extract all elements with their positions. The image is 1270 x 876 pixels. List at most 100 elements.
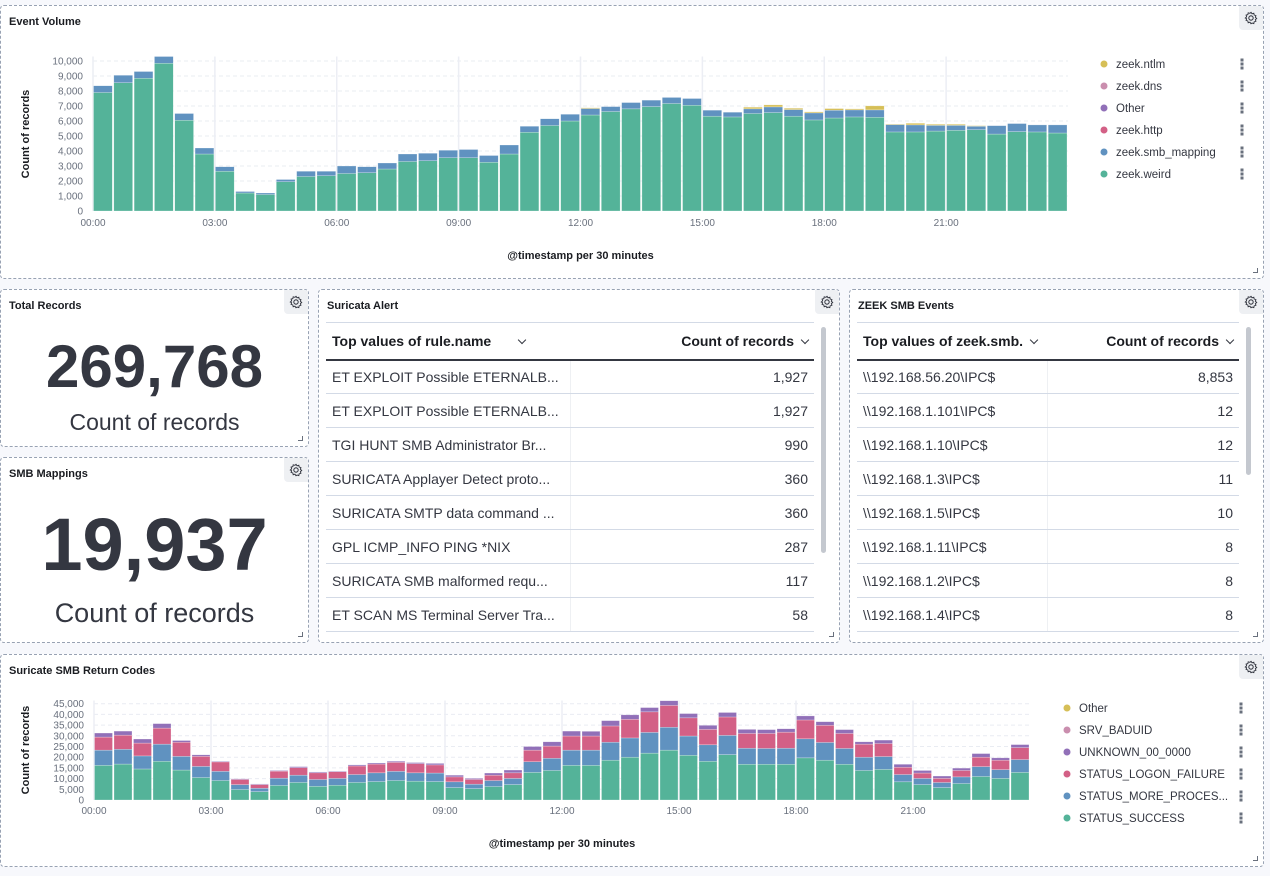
cell-label[interactable]: \\192.168.1.2\IPC$ <box>857 563 1048 598</box>
kebab-menu-icon[interactable] <box>1240 62 1244 66</box>
resize-handle[interactable] <box>298 436 303 441</box>
kebab-menu-icon[interactable] <box>1240 58 1244 62</box>
kebab-menu-icon[interactable] <box>1239 794 1243 798</box>
legend-item[interactable]: STATUS_SUCCESS <box>1079 813 1185 825</box>
chevron-down-icon[interactable] <box>517 335 527 344</box>
resize-handle[interactable] <box>829 632 834 637</box>
chevron-down-icon[interactable] <box>1225 335 1235 344</box>
kebab-menu-icon[interactable] <box>1240 132 1244 136</box>
kebab-menu-icon[interactable] <box>1239 798 1243 802</box>
cell-label[interactable]: TGI HUNT SMB Administrator Br... <box>326 427 571 462</box>
cell-label[interactable]: SURICATA SMTP data command ... <box>326 495 571 530</box>
chevron-down-icon[interactable] <box>1029 335 1039 344</box>
gear-icon[interactable] <box>284 290 308 314</box>
chevron-down-icon[interactable] <box>800 335 810 344</box>
cell-label[interactable]: SURICATA Applayer Detect proto... <box>326 461 571 496</box>
table-row[interactable]: TGI HUNT SMB Administrator Br... 990 <box>326 427 814 462</box>
cell-label[interactable]: \\192.168.1.3\IPC$ <box>857 461 1048 496</box>
resize-handle[interactable] <box>1253 856 1258 861</box>
kebab-menu-icon[interactable] <box>1240 172 1244 176</box>
column-header-rule-name[interactable]: Top values of rule.name <box>326 322 570 361</box>
kebab-menu-icon[interactable] <box>1239 820 1243 824</box>
table-row[interactable]: SURICATA SMTP data command ... 360 <box>326 495 814 530</box>
kebab-menu-icon[interactable] <box>1240 84 1244 88</box>
table-row[interactable]: \\192.168.1.4\IPC$ 8 <box>857 597 1239 632</box>
kebab-menu-icon[interactable] <box>1239 754 1243 758</box>
kebab-menu-icon[interactable] <box>1240 88 1244 92</box>
kebab-menu-icon[interactable] <box>1239 772 1243 776</box>
table-row[interactable]: ET SCAN MS Terminal Server Tra... 58 <box>326 597 814 632</box>
legend-item[interactable]: Other <box>1079 703 1108 715</box>
cell-label[interactable]: ET EXPLOIT Possible ETERNALB... <box>326 393 571 428</box>
cell-label[interactable]: SURICATA SMB malformed requ... <box>326 563 571 598</box>
kebab-menu-icon[interactable] <box>1239 706 1243 710</box>
cell-label[interactable]: ET EXPLOIT Possible ETERNALB... <box>326 359 571 394</box>
cell-label[interactable]: \\192.168.1.4\IPC$ <box>857 597 1048 632</box>
kebab-menu-icon[interactable] <box>1239 816 1243 820</box>
gear-icon[interactable] <box>1239 290 1263 314</box>
cell-label[interactable]: GPL ICMP_INFO PING *NIX <box>326 529 571 564</box>
legend-item[interactable]: UNKNOWN_00_0000 <box>1079 747 1191 759</box>
kebab-menu-icon[interactable] <box>1240 168 1244 172</box>
legend-item[interactable]: STATUS_MORE_PROCES... <box>1079 791 1228 803</box>
kebab-menu-icon[interactable] <box>1240 128 1244 132</box>
resize-handle[interactable] <box>298 632 303 637</box>
legend-item[interactable]: SRV_BADUID <box>1079 725 1152 737</box>
kebab-menu-icon[interactable] <box>1240 124 1244 128</box>
kebab-menu-icon[interactable] <box>1240 176 1244 180</box>
cell-label[interactable]: \\192.168.1.11\IPC$ <box>857 529 1048 564</box>
scrollbar[interactable] <box>1246 327 1251 475</box>
column-header-count[interactable]: Count of records <box>570 322 814 361</box>
kebab-menu-icon[interactable] <box>1239 768 1243 772</box>
table-row[interactable]: \\192.168.1.5\IPC$ 10 <box>857 495 1239 530</box>
kebab-menu-icon[interactable] <box>1240 154 1244 158</box>
cell-label[interactable]: \\192.168.1.101\IPC$ <box>857 393 1048 428</box>
kebab-menu-icon[interactable] <box>1239 724 1243 728</box>
kebab-menu-icon[interactable] <box>1239 728 1243 732</box>
kebab-menu-icon[interactable] <box>1240 146 1244 150</box>
kebab-menu-icon[interactable] <box>1239 710 1243 714</box>
table-row[interactable]: ET EXPLOIT Possible ETERNALB... 1,927 <box>326 393 814 428</box>
cell-label[interactable]: \\192.168.1.5\IPC$ <box>857 495 1048 530</box>
kebab-menu-icon[interactable] <box>1239 776 1243 780</box>
cell-label[interactable]: \\192.168.1.10\IPC$ <box>857 427 1048 462</box>
kebab-menu-icon[interactable] <box>1240 80 1244 84</box>
legend-item[interactable]: zeek.smb_mapping <box>1116 147 1216 159</box>
kebab-menu-icon[interactable] <box>1240 102 1244 106</box>
resize-handle[interactable] <box>1253 632 1258 637</box>
kebab-menu-icon[interactable] <box>1239 746 1243 750</box>
table-row[interactable]: GPL ICMP_INFO PING *NIX 287 <box>326 529 814 564</box>
legend-item[interactable]: zeek.ntlm <box>1116 59 1165 71</box>
resize-handle[interactable] <box>1253 268 1258 273</box>
kebab-menu-icon[interactable] <box>1239 750 1243 754</box>
gear-icon[interactable] <box>815 290 839 314</box>
legend-item[interactable]: zeek.weird <box>1116 169 1171 181</box>
scrollbar[interactable] <box>821 327 826 553</box>
table-row[interactable]: SURICATA Applayer Detect proto... 360 <box>326 461 814 496</box>
cell-label[interactable]: \\192.168.56.20\IPC$ <box>857 359 1048 394</box>
table-row[interactable]: \\192.168.56.20\IPC$ 8,853 <box>857 359 1239 394</box>
kebab-menu-icon[interactable] <box>1239 812 1243 816</box>
column-header-smb-path[interactable]: Top values of zeek.smb. <box>857 322 1047 361</box>
table-row[interactable]: \\192.168.1.2\IPC$ 8 <box>857 563 1239 598</box>
kebab-menu-icon[interactable] <box>1239 702 1243 706</box>
gear-icon[interactable] <box>284 458 308 482</box>
kebab-menu-icon[interactable] <box>1239 732 1243 736</box>
legend-item[interactable]: Other <box>1116 103 1145 115</box>
kebab-menu-icon[interactable] <box>1240 150 1244 154</box>
column-header-count[interactable]: Count of records <box>1047 322 1239 361</box>
table-row[interactable]: SURICATA SMB malformed requ... 117 <box>326 563 814 598</box>
kebab-menu-icon[interactable] <box>1240 110 1244 114</box>
legend-item[interactable]: zeek.dns <box>1116 81 1162 93</box>
legend-item[interactable]: STATUS_LOGON_FAILURE <box>1079 769 1225 781</box>
table-row[interactable]: \\192.168.1.101\IPC$ 12 <box>857 393 1239 428</box>
table-row[interactable]: \\192.168.1.3\IPC$ 11 <box>857 461 1239 496</box>
table-row[interactable]: \\192.168.1.10\IPC$ 12 <box>857 427 1239 462</box>
kebab-menu-icon[interactable] <box>1239 790 1243 794</box>
table-row[interactable]: \\192.168.1.11\IPC$ 8 <box>857 529 1239 564</box>
kebab-menu-icon[interactable] <box>1240 66 1244 70</box>
table-row[interactable]: ET EXPLOIT Possible ETERNALB... 1,927 <box>326 359 814 394</box>
kebab-menu-icon[interactable] <box>1240 106 1244 110</box>
cell-label[interactable]: ET SCAN MS Terminal Server Tra... <box>326 597 571 632</box>
legend-item[interactable]: zeek.http <box>1116 125 1163 137</box>
